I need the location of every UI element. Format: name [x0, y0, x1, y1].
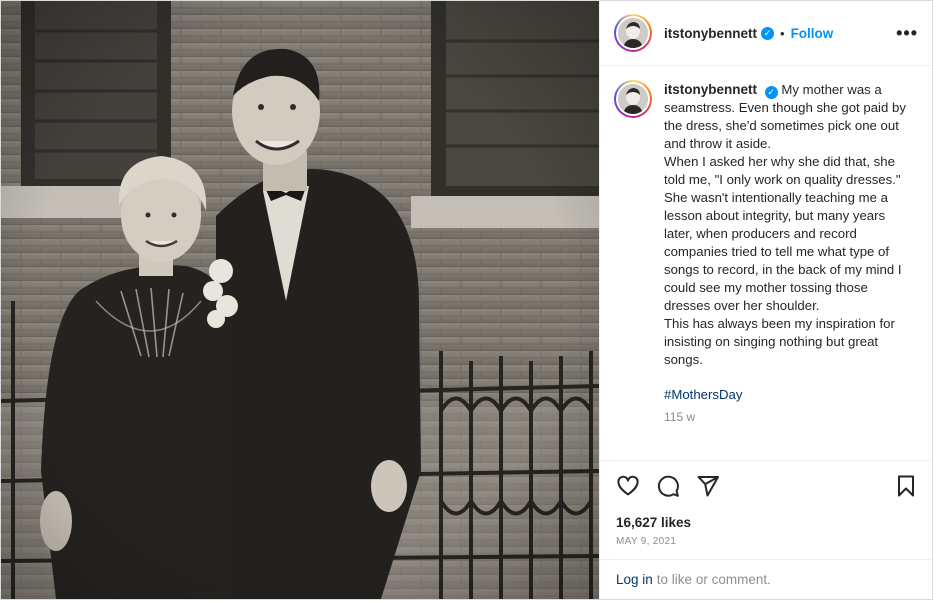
avatar-image	[618, 84, 648, 114]
author-avatar[interactable]	[614, 14, 652, 52]
post-date[interactable]: MAY 9, 2021	[600, 530, 932, 559]
caption-content: My mother was a seamstress. Even though …	[664, 82, 906, 367]
heart-icon[interactable]	[616, 474, 640, 498]
comment-icon[interactable]	[656, 474, 680, 498]
post-photo[interactable]	[1, 1, 599, 599]
caption-body: itstonybennett ✓ My mother was a seamstr…	[664, 80, 916, 460]
verified-badge-icon: ✓	[761, 26, 774, 40]
like-count[interactable]: 16,627 likes	[600, 511, 932, 530]
login-prompt: Log in to like or comment.	[600, 559, 932, 599]
caption-username[interactable]: itstonybennett	[664, 82, 757, 97]
paper-plane-icon[interactable]	[696, 474, 720, 498]
separator-dot: •	[780, 25, 785, 41]
login-link[interactable]: Log in	[616, 572, 653, 587]
action-bar	[600, 460, 932, 511]
hashtag-link[interactable]: #MothersDay	[664, 387, 916, 402]
post-side-panel: itstonybennett ✓ • Follow ••• itstonyben…	[599, 1, 932, 599]
post-header: itstonybennett ✓ • Follow •••	[600, 1, 932, 66]
verified-badge-icon: ✓	[764, 85, 778, 99]
caption-text: itstonybennett ✓ My mother was a seamstr…	[664, 81, 916, 369]
caption-section: itstonybennett ✓ My mother was a seamstr…	[600, 66, 932, 460]
follow-button[interactable]: Follow	[791, 26, 834, 41]
avatar-image	[618, 18, 648, 48]
instagram-post: itstonybennett ✓ • Follow ••• itstonyben…	[0, 0, 933, 600]
caption-author-avatar[interactable]	[614, 80, 652, 118]
author-username[interactable]: itstonybennett	[664, 26, 757, 41]
vintage-photo-image	[1, 1, 599, 599]
bookmark-icon[interactable]	[894, 474, 918, 498]
login-prompt-text: to like or comment.	[656, 572, 771, 587]
more-options-icon[interactable]: •••	[896, 24, 918, 42]
post-time-ago[interactable]: 115 w	[664, 410, 916, 424]
